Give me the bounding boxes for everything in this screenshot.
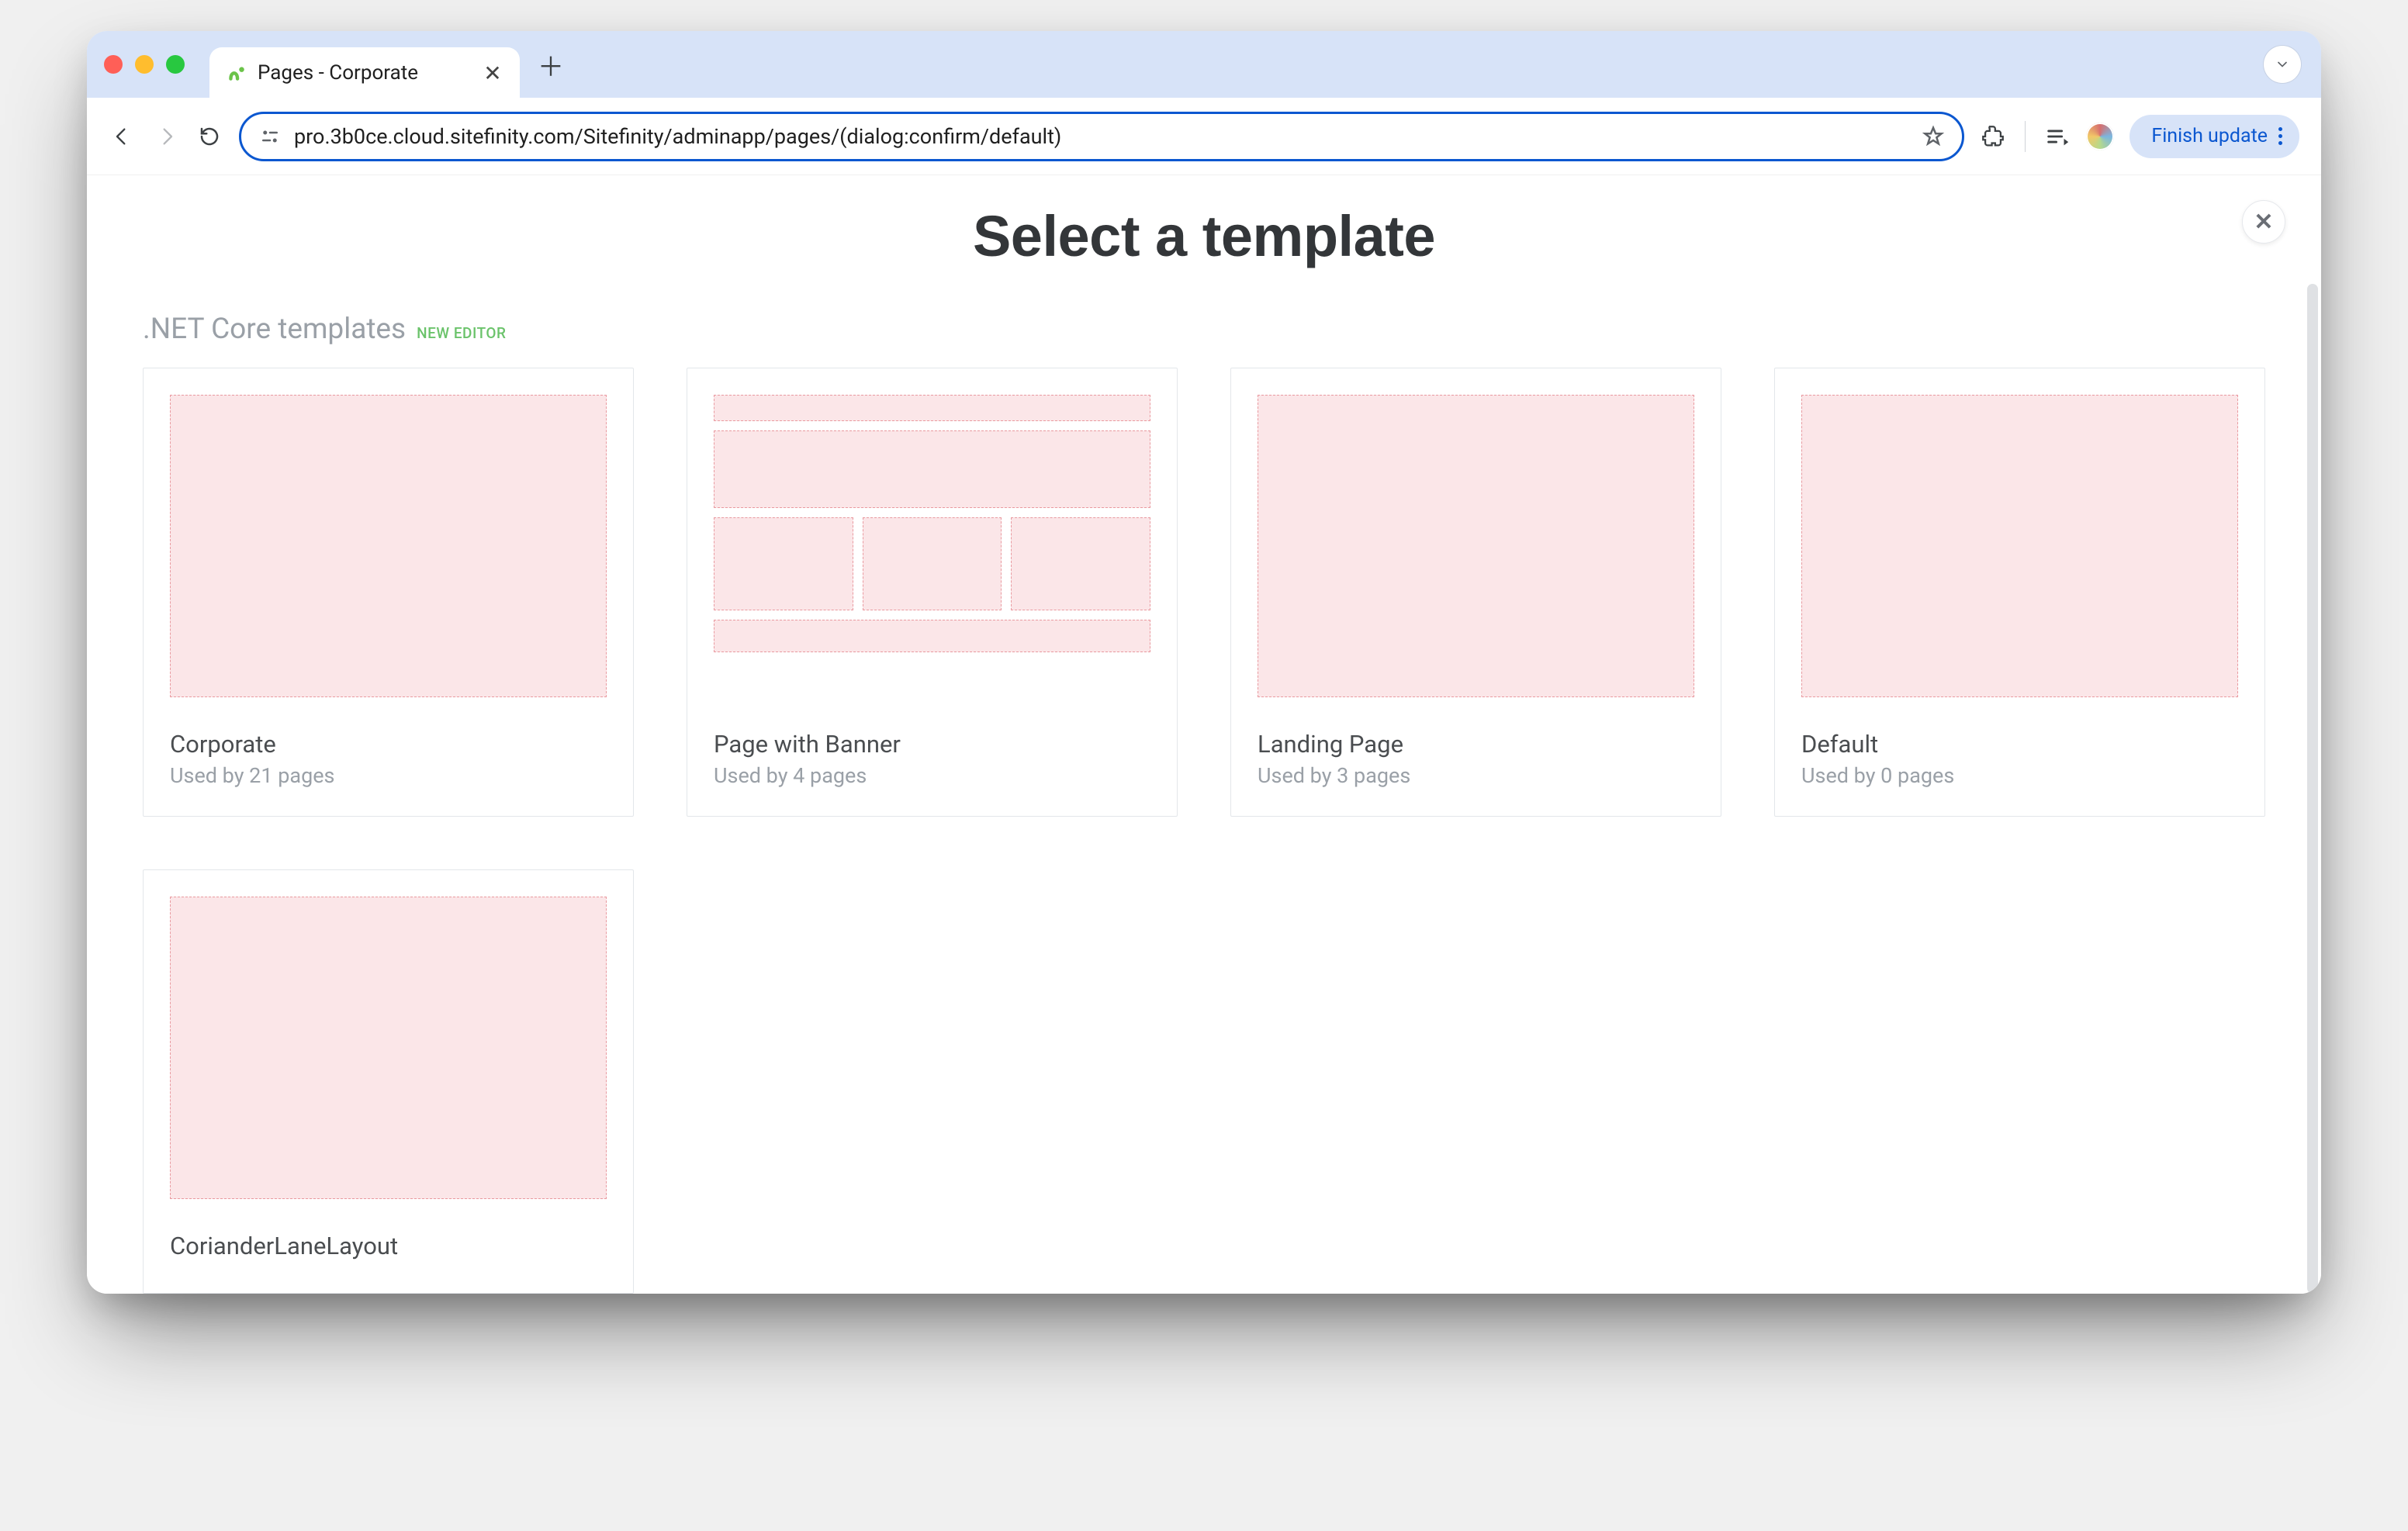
layout-placeholder	[170, 897, 607, 1199]
close-tab-icon[interactable]: ✕	[483, 60, 503, 86]
browser-tab-strip: Pages - Corporate ✕ ＋	[87, 31, 2321, 98]
page-viewport: ✕ Select a template .NET Core templates …	[87, 175, 2321, 1294]
scrollbar[interactable]	[2307, 284, 2318, 1294]
chrome-menu-icon[interactable]	[2278, 127, 2282, 145]
sitefinity-favicon	[227, 63, 247, 83]
window-minimize-button[interactable]	[135, 55, 154, 74]
browser-toolbar: pro.3b0ce.cloud.sitefinity.com/Sitefinit…	[87, 98, 2321, 175]
template-name: Default	[1801, 730, 2238, 759]
template-grid: Corporate Used by 21 pages Page with Banne…	[143, 368, 2265, 1294]
window-zoom-button[interactable]	[166, 55, 185, 74]
address-bar[interactable]: pro.3b0ce.cloud.sitefinity.com/Sitefinit…	[239, 112, 1964, 161]
template-usage: Used by 4 pages	[714, 763, 1150, 788]
template-usage: Used by 21 pages	[170, 763, 607, 788]
template-usage: Used by 0 pages	[1801, 763, 2238, 788]
browser-window: Pages - Corporate ✕ ＋ pro.3b0ce.cloud.si…	[87, 31, 2321, 1294]
template-meta: CorianderLaneLayout	[144, 1218, 633, 1293]
layout-placeholder	[714, 620, 1150, 652]
window-controls	[104, 55, 185, 74]
template-card[interactable]: Default Used by 0 pages	[1774, 368, 2265, 817]
template-meta: Corporate Used by 21 pages	[144, 716, 633, 816]
template-card[interactable]: CorianderLaneLayout	[143, 869, 634, 1294]
address-bar-url: pro.3b0ce.cloud.sitefinity.com/Sitefinit…	[294, 124, 1909, 149]
layout-placeholder	[1011, 517, 1150, 610]
template-meta: Landing Page Used by 3 pages	[1231, 716, 1721, 816]
new-tab-button[interactable]: ＋	[534, 47, 568, 81]
finish-update-button[interactable]: Finish update	[2129, 115, 2299, 158]
layout-placeholder	[1258, 395, 1694, 697]
layout-placeholder	[863, 517, 1002, 610]
layout-placeholder	[714, 430, 1150, 508]
template-name: Landing Page	[1258, 730, 1694, 759]
extensions-icon[interactable]	[1980, 123, 2006, 150]
toolbar-separator	[2025, 121, 2026, 152]
template-preview	[1231, 368, 1721, 716]
template-meta: Page with Banner Used by 4 pages	[687, 716, 1177, 816]
reload-button[interactable]	[195, 123, 223, 150]
template-preview	[1775, 368, 2264, 716]
browser-tab-active[interactable]: Pages - Corporate ✕	[209, 47, 520, 98]
media-controls-icon[interactable]	[2044, 123, 2071, 150]
template-usage: Used by 3 pages	[1258, 763, 1694, 788]
template-meta: Default Used by 0 pages	[1775, 716, 2264, 816]
site-settings-icon[interactable]	[258, 125, 282, 148]
template-name: Page with Banner	[714, 730, 1150, 759]
template-preview	[144, 870, 633, 1218]
layout-placeholder	[1801, 395, 2238, 697]
layout-placeholder	[714, 395, 1150, 421]
template-card[interactable]: Landing Page Used by 3 pages	[1230, 368, 1721, 817]
layout-placeholder	[714, 517, 853, 610]
dialog-close-button[interactable]: ✕	[2242, 200, 2285, 244]
bookmark-icon[interactable]	[1922, 125, 1945, 148]
forward-button[interactable]	[152, 123, 180, 150]
layout-placeholder	[170, 395, 607, 697]
template-name: Corporate	[170, 730, 607, 759]
browser-tab-title: Pages - Corporate	[258, 61, 472, 85]
template-preview	[687, 368, 1177, 716]
finish-update-label: Finish update	[2151, 125, 2268, 147]
template-card[interactable]: Page with Banner Used by 4 pages	[687, 368, 1178, 817]
template-name: CorianderLaneLayout	[170, 1232, 607, 1260]
section-badge: NEW EDITOR	[417, 324, 506, 342]
back-button[interactable]	[109, 123, 137, 150]
section-header: .NET Core templates NEW EDITOR	[143, 313, 2265, 346]
tab-overflow-button[interactable]	[2264, 46, 2301, 83]
window-close-button[interactable]	[104, 55, 123, 74]
profile-avatar[interactable]	[2086, 123, 2114, 150]
dialog-content: Select a template .NET Core templates NE…	[87, 175, 2321, 1294]
template-preview	[144, 368, 633, 716]
template-card[interactable]: Corporate Used by 21 pages	[143, 368, 634, 817]
page-title: Select a template	[143, 203, 2265, 269]
section-title: .NET Core templates	[143, 313, 406, 346]
